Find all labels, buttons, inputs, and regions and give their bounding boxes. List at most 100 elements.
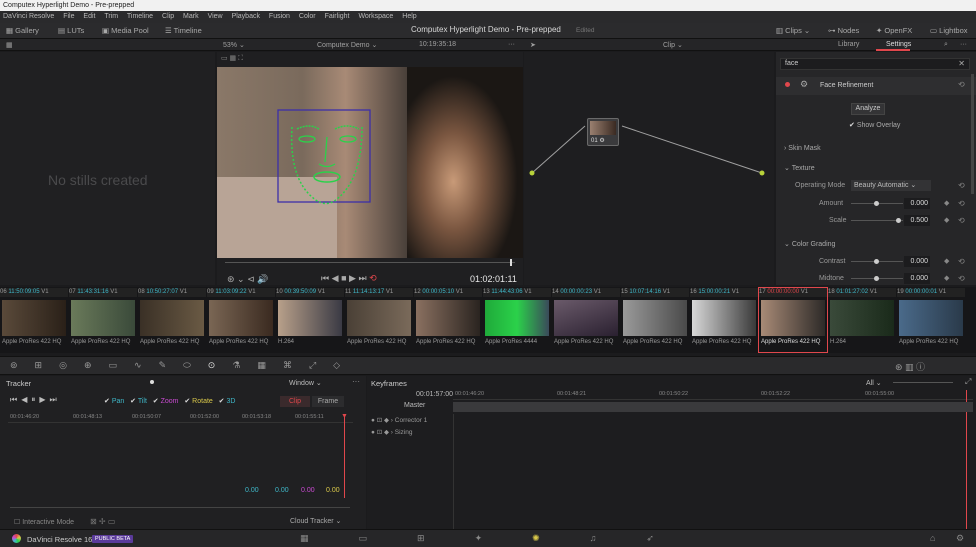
clip-mode-dropdown[interactable]: Clip ⌄ (663, 41, 683, 49)
output-dot[interactable] (759, 170, 765, 176)
more-options-icon[interactable]: ··· (508, 41, 515, 48)
menu-item-app[interactable]: DaVinci Resolve (3, 13, 54, 20)
pointer-icon[interactable]: ➤ (530, 41, 536, 49)
menu-item-timeline[interactable]: Timeline (127, 13, 153, 20)
track-backward-to-start-icon[interactable]: ⏮ (10, 395, 21, 404)
keyframe-icon[interactable]: ◆ (944, 274, 949, 282)
tab-settings[interactable]: Settings (886, 41, 911, 48)
clip-17-selected[interactable]: 17 00:00:00:00 V1 Apple ProRes 422 HQ (758, 287, 828, 353)
viewer-mode-icons[interactable]: ▭ ▦ ⛶ (221, 54, 243, 63)
menu-item-file[interactable]: File (63, 13, 74, 20)
tilt-checkbox[interactable]: ✔ (130, 398, 136, 405)
midtone-value[interactable]: 0.000 (904, 273, 930, 284)
deliver-page-icon[interactable]: ➶ (646, 533, 704, 543)
clip-18[interactable]: 18 01:01:27:02 V1 H.264 (828, 288, 896, 352)
zoom-checkbox[interactable]: ✔ (153, 398, 159, 405)
edit-page-icon[interactable]: ⊞ (417, 533, 475, 543)
clip-16[interactable]: 16 15:00:00:21 V1 Apple ProRes 422 HQ (690, 288, 758, 352)
menu-item-playback[interactable]: Playback (232, 13, 260, 20)
keyframe-icon[interactable]: ◆ (944, 199, 949, 207)
fx-enable-dot[interactable] (785, 82, 790, 87)
media-pool-button[interactable]: ▣ Media Pool (102, 26, 149, 35)
reset-icon[interactable]: ⟲ (958, 274, 965, 283)
skip-back-icon[interactable]: ⏮ (321, 273, 329, 283)
clip-15[interactable]: 15 10:07:14:16 V1 Apple ProRes 422 HQ (621, 288, 689, 352)
midtone-slider-handle[interactable] (874, 276, 879, 281)
scrubber-playhead[interactable] (510, 259, 512, 266)
contrast-slider-handle[interactable] (874, 259, 879, 264)
clear-search-icon[interactable]: ✕ (958, 59, 965, 68)
clip-06[interactable]: 06 11:50:09:05 V1 Apple ProRes 422 HQ (0, 288, 68, 352)
clip-13[interactable]: 13 11:44:43:06 V1 Apple ProRes 4444 (483, 288, 551, 352)
keyframe-filter-dropdown[interactable]: All ⌄ (866, 379, 882, 387)
timeline-name-dropdown[interactable]: Computex Demo ⌄ (317, 41, 377, 49)
tracker-mode-dropdown[interactable]: Window ⌄ (289, 379, 322, 387)
tab-library[interactable]: Library (838, 41, 859, 48)
rotate-checkbox[interactable]: ✔ (184, 398, 190, 405)
amount-slider-handle[interactable] (874, 201, 879, 206)
node-editor[interactable]: 01 ⚙ (524, 52, 774, 285)
clip-19[interactable]: 19 00:00:00:01 V1 Apple ProRes 422 HQ (897, 288, 965, 352)
window-icon[interactable]: ⬭ (183, 360, 208, 370)
analyze-button[interactable]: Analyze (851, 103, 885, 115)
magic-mask-icon[interactable]: ⚗ (232, 360, 257, 370)
reset-icon[interactable]: ⟲ (958, 199, 965, 208)
texture-section[interactable]: ⌄ Texture (784, 164, 815, 172)
reset-icon[interactable]: ⟲ (958, 216, 965, 225)
stop-icon[interactable]: ■ (341, 273, 346, 283)
clip-12[interactable]: 12 00:00:05:10 V1 Apple ProRes 422 HQ (414, 288, 482, 352)
menu-item-edit[interactable]: Edit (83, 13, 95, 20)
home-icon[interactable]: ⌂ (930, 533, 935, 543)
3d-checkbox[interactable]: ✔ (219, 398, 225, 405)
amount-value[interactable]: 0.000 (904, 198, 930, 209)
operating-mode-dropdown[interactable]: Beauty Automatic ⌄ (851, 180, 931, 191)
rgb-mixer-icon[interactable]: ⊕ (84, 360, 109, 370)
clip-14[interactable]: 14 00:00:00:23 V1 Apple ProRes 422 HQ (552, 288, 620, 352)
clip-07[interactable]: 07 11:43:31:16 V1 Apple ProRes 422 HQ (69, 288, 137, 352)
search-field[interactable]: face ✕ (780, 58, 970, 70)
skip-forward-icon[interactable]: ⏭ (358, 273, 366, 283)
corrector-track-row[interactable]: ● ⊡ ◆ › Corrector 1 (371, 416, 427, 424)
menu-item-color[interactable]: Color (299, 13, 316, 20)
clip-track-button[interactable]: Clip (280, 396, 310, 407)
inspector-scrollbar[interactable] (971, 74, 974, 194)
clip-11[interactable]: 11 11:14:13:17 V1 Apple ProRes 422 HQ (345, 288, 413, 352)
viewer-tools[interactable]: ⊛ ⌄ ⊲ 🔊 (227, 274, 268, 285)
media-page-icon[interactable]: ▦ (300, 533, 359, 543)
viewer-scrubber[interactable] (225, 262, 515, 263)
menu-item-trim[interactable]: Trim (104, 13, 118, 20)
show-overlay-checkbox[interactable]: ✔ Show Overlay (849, 121, 900, 129)
scale-value[interactable]: 0.500 (904, 215, 930, 226)
play-reverse-icon[interactable]: ◀ (332, 273, 339, 283)
cloud-tracker-dropdown[interactable]: Cloud Tracker ⌄ (290, 517, 341, 525)
tracker-scrollbar[interactable] (10, 507, 350, 508)
master-keyframe-track[interactable] (453, 402, 973, 412)
color-wheels-icon[interactable]: ◎ (59, 360, 84, 370)
skin-mask-section[interactable]: › Skin Mask (784, 145, 821, 152)
reset-icon[interactable]: ⟲ (958, 80, 965, 89)
motion-effects-icon[interactable]: ▭ (109, 360, 135, 370)
clip-10[interactable]: 10 00:39:50:09 V1 H.264 (276, 288, 344, 352)
clips-button[interactable]: ▥ Clips ⌄ (776, 26, 810, 35)
loop-icon[interactable]: ⟲ (369, 273, 377, 283)
menu-item-view[interactable]: View (208, 13, 223, 20)
sizing-icon[interactable]: ⤢ (309, 360, 333, 370)
nodes-button[interactable]: ⊶ Nodes (828, 26, 859, 35)
keyframe-ruler[interactable]: 00:01:46:20 00:01:48:21 00:01:50:22 00:0… (453, 390, 973, 400)
search-icon[interactable]: ⌕ (944, 41, 948, 49)
zoom-dropdown[interactable]: 53% ⌄ (223, 41, 245, 49)
3d-icon[interactable]: ◇ (333, 360, 357, 370)
track-backward-icon[interactable]: ◀ (21, 395, 31, 404)
contrast-value[interactable]: 0.000 (904, 256, 930, 267)
settings-gear-icon[interactable]: ⚙ (956, 533, 964, 544)
curves-icon[interactable]: ∿ (134, 360, 159, 370)
lightbox-button[interactable]: ▭ Lightbox (930, 26, 968, 35)
scopes-icons[interactable]: ⊛ ▥ ⓘ (895, 360, 925, 373)
menu-item-workspace[interactable]: Workspace (358, 13, 393, 20)
menu-item-fairlight[interactable]: Fairlight (325, 13, 350, 20)
color-grading-section[interactable]: ⌄ Color Grading (784, 240, 835, 248)
interactive-mode-checkbox[interactable]: ☐ Interactive Mode (14, 518, 74, 526)
keyframe-icon[interactable]: ◆ (944, 257, 949, 265)
qualifier-icon[interactable]: ✎ (159, 360, 184, 370)
gallery-button[interactable]: ▦ Gallery (6, 26, 39, 35)
